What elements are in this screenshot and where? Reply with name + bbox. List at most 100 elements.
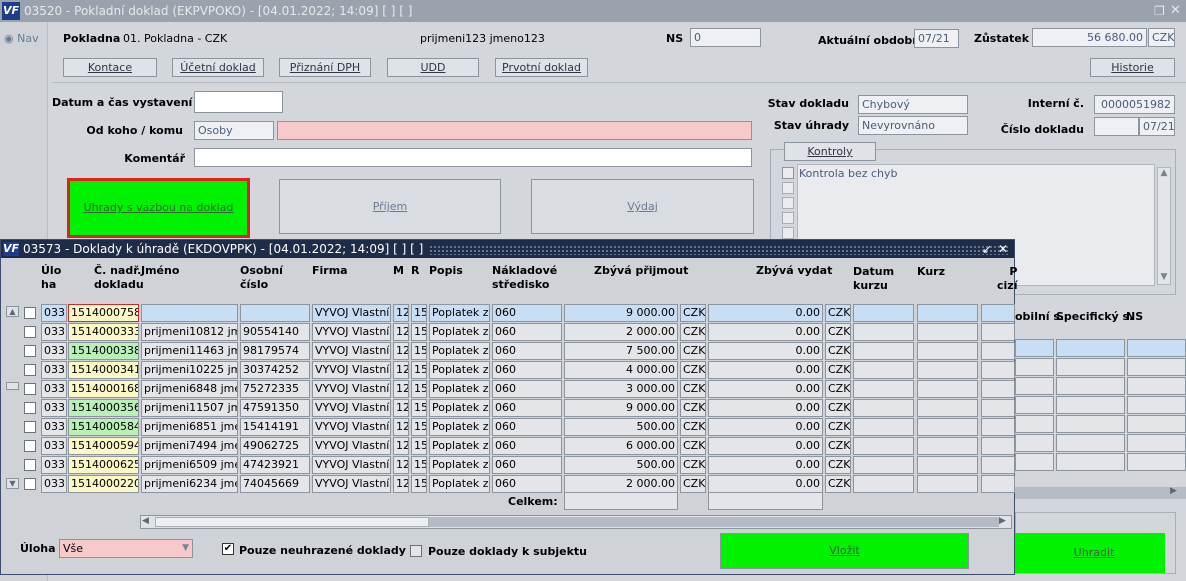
table-cell-prijmout[interactable]: 9 000.00 — [564, 304, 678, 322]
table-cell-cur2[interactable]: CZK — [825, 361, 851, 379]
table-cell-prijmout[interactable]: 500.00 — [564, 418, 678, 436]
table-cell-m[interactable]: 12 — [393, 323, 409, 341]
table-cell-popis[interactable]: Poplatek za — [429, 342, 490, 360]
table-cell-prijmout[interactable]: 3 000.00 — [564, 380, 678, 398]
table-cell-popis[interactable]: Poplatek za — [429, 456, 490, 474]
table-cell-cislo[interactable]: 1514000356 — [68, 399, 139, 417]
priznani-dph-button[interactable]: Přiznání DPH — [279, 58, 371, 77]
table-cell-osobni[interactable]: 47591350 — [240, 399, 310, 417]
table-cell-cur1[interactable]: CZK — [680, 418, 706, 436]
table-cell-vydat[interactable]: 0.00 — [708, 399, 823, 417]
right-grid-cell[interactable] — [1127, 377, 1186, 395]
close-icon[interactable]: ✕ — [1170, 0, 1181, 22]
table-cell-prijmout[interactable]: 7 500.00 — [564, 342, 678, 360]
table-cell-prijmout[interactable]: 500.00 — [564, 456, 678, 474]
datum-field[interactable] — [194, 91, 283, 113]
table-cell-vydat[interactable]: 0.00 — [708, 361, 823, 379]
table-cell-empty[interactable] — [981, 418, 1015, 436]
table-cell-m[interactable]: 12 — [393, 475, 409, 493]
right-grid-cell[interactable] — [1127, 415, 1186, 433]
table-cell-empty[interactable] — [853, 323, 914, 341]
right-grid-cell[interactable] — [1127, 396, 1186, 414]
table-cell-cur2[interactable]: CZK — [825, 475, 851, 493]
right-scrollbar[interactable] — [1015, 487, 1186, 499]
table-cell-m[interactable]: 12 — [393, 418, 409, 436]
table-cell-popis[interactable]: Poplatek za — [429, 323, 490, 341]
table-cell-osobni[interactable]: 74045669 — [240, 475, 310, 493]
table-cell-vydat[interactable]: 0.00 — [708, 456, 823, 474]
table-cell-jmeno[interactable]: prijmeni6848 jmeno6 — [141, 380, 238, 398]
table-cell-nakl[interactable]: 060 — [492, 399, 562, 417]
table-cell-nakl[interactable]: 060 — [492, 380, 562, 398]
ns-field[interactable]: 0 — [690, 28, 761, 47]
table-cell-osobni[interactable]: 30374252 — [240, 361, 310, 379]
table-cell-vydat[interactable]: 0.00 — [708, 304, 823, 322]
table-cell-jmeno[interactable]: prijmeni11463 jmeno — [141, 342, 238, 360]
table-cell-firma[interactable]: VYVOJ Vlastní — [312, 380, 391, 398]
kontroly-checkbox[interactable] — [782, 227, 794, 239]
table-cell-vydat[interactable]: 0.00 — [708, 475, 823, 493]
scroll-down-icon[interactable]: ▼ — [1157, 272, 1171, 282]
table-cell-r[interactable]: 15 — [411, 475, 427, 493]
table-cell-prijmout[interactable]: 2 000.00 — [564, 323, 678, 341]
table-cell-empty[interactable] — [981, 437, 1015, 455]
table-cell-m[interactable]: 12 — [393, 304, 409, 322]
table-cell-cislo[interactable]: 1514000220 — [68, 475, 139, 493]
vydaj-button[interactable]: Výdaj — [531, 179, 754, 234]
table-cell-empty[interactable] — [853, 342, 914, 360]
table-cell-osobni[interactable]: 90554140 — [240, 323, 310, 341]
table-cell-m[interactable]: 12 — [393, 456, 409, 474]
table-cell-firma[interactable]: VYVOJ Vlastní — [312, 399, 391, 417]
right-grid-cell[interactable] — [1015, 434, 1054, 452]
table-cell-jmeno[interactable]: prijmeni11507 jmeno — [141, 399, 238, 417]
table-cell-uloha[interactable]: 033 — [41, 323, 67, 341]
table-cell-uloha[interactable]: 033 — [41, 380, 67, 398]
cislo-dokladu-field[interactable] — [1094, 117, 1139, 136]
table-cell-uloha[interactable]: 033 — [41, 437, 67, 455]
right-grid-cell[interactable] — [1056, 358, 1125, 376]
table-cell-empty[interactable] — [853, 304, 914, 322]
table-cell-firma[interactable]: VYVOJ Vlastní — [312, 304, 391, 322]
table-cell-nakl[interactable]: 060 — [492, 437, 562, 455]
table-cell-empty[interactable] — [917, 361, 978, 379]
table-cell-r[interactable]: 15 — [411, 418, 427, 436]
subjekt-checkbox[interactable] — [410, 545, 422, 557]
table-cell-empty[interactable] — [917, 304, 978, 322]
table-cell-empty[interactable] — [853, 380, 914, 398]
table-cell-vydat[interactable]: 0.00 — [708, 380, 823, 398]
kontace-button[interactable]: Kontace — [63, 58, 157, 77]
prvotni-doklad-button[interactable]: Prvotní doklad — [495, 58, 588, 77]
kontroly-scrollbar[interactable] — [1157, 167, 1171, 285]
right-grid-cell[interactable] — [1015, 453, 1054, 471]
uloha-select[interactable]: Vše ▼ — [59, 539, 193, 558]
vlozit-button[interactable]: Vložit — [720, 533, 969, 569]
table-cell-cur1[interactable]: CZK — [680, 323, 706, 341]
kontroly-checkbox[interactable] — [782, 167, 794, 179]
table-cell-uloha[interactable]: 033 — [41, 399, 67, 417]
table-cell-uloha[interactable]: 033 — [41, 475, 67, 493]
right-grid-cell[interactable] — [1127, 339, 1186, 357]
table-cell-m[interactable]: 12 — [393, 380, 409, 398]
horizontal-scroll-thumb[interactable] — [155, 517, 429, 527]
table-cell-empty[interactable] — [981, 475, 1015, 493]
table-cell-uloha[interactable]: 033 — [41, 361, 67, 379]
nav-radio[interactable]: ◉ Nav — [4, 32, 39, 45]
table-cell-r[interactable]: 15 — [411, 304, 427, 322]
table-cell-cur2[interactable]: CZK — [825, 323, 851, 341]
table-cell-nakl[interactable]: 060 — [492, 456, 562, 474]
table-cell-empty[interactable] — [981, 323, 1015, 341]
table-cell-r[interactable]: 15 — [411, 456, 427, 474]
table-cell-firma[interactable]: VYVOJ Vlastní — [312, 456, 391, 474]
table-cell-osobni[interactable] — [240, 304, 310, 322]
prijem-button[interactable]: Příjem — [279, 179, 501, 234]
table-cell-firma[interactable]: VYVOJ Vlastní — [312, 418, 391, 436]
table-cell-r[interactable]: 15 — [411, 342, 427, 360]
table-cell-r[interactable]: 15 — [411, 361, 427, 379]
scroll-left-icon[interactable]: ◀ — [142, 516, 154, 526]
right-grid-cell[interactable] — [1127, 358, 1186, 376]
right-grid-cell[interactable] — [1056, 415, 1125, 433]
odkoho-type-field[interactable]: Osoby — [194, 121, 274, 140]
table-cell-osobni[interactable]: 47423921 — [240, 456, 310, 474]
table-cell-empty[interactable] — [853, 475, 914, 493]
right-grid-cell[interactable] — [1015, 358, 1054, 376]
